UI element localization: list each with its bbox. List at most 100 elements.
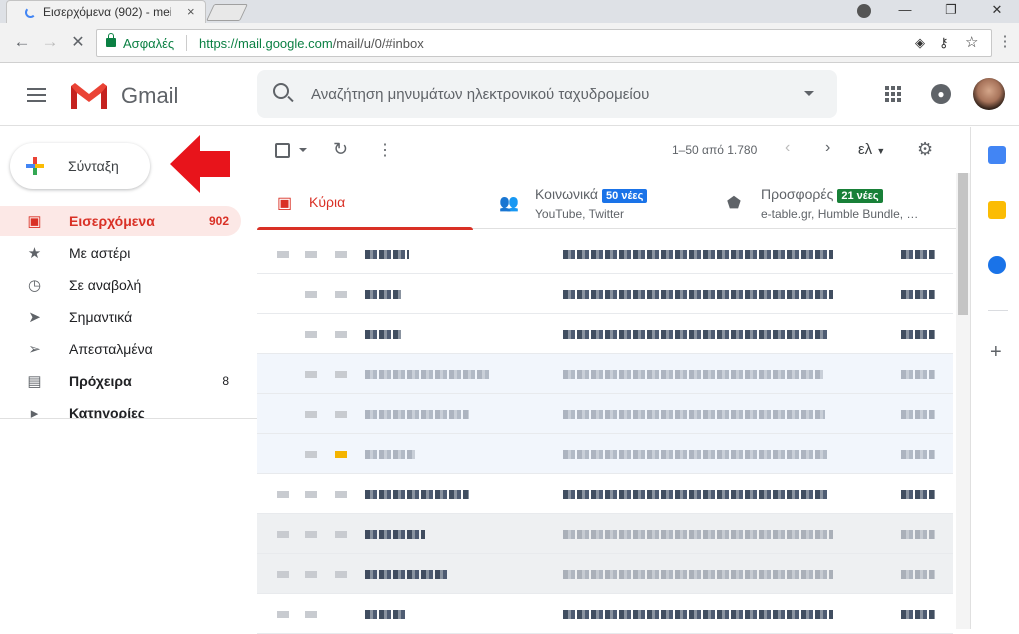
search-bar[interactable]: Αναζήτηση μηνυμάτων ηλεκτρονικού ταχυδρο…	[257, 70, 837, 118]
select-all-checkbox[interactable]	[275, 143, 290, 158]
row-important[interactable]	[335, 411, 347, 418]
email-row[interactable]	[257, 274, 953, 314]
sidebar-item-label: Απεσταλμένα	[69, 341, 153, 357]
browser-menu-icon[interactable]: ⋮	[995, 32, 1015, 50]
row-checkbox[interactable]	[277, 491, 289, 498]
compose-button[interactable]: Σύνταξη	[10, 143, 150, 189]
email-row[interactable]	[257, 434, 953, 474]
translate-icon[interactable]: ◈	[915, 35, 925, 51]
keep-icon[interactable]	[988, 201, 1006, 219]
row-star[interactable]	[305, 251, 317, 258]
sidebar-item-inbox[interactable]: ▣ Εισερχόμενα 902	[0, 206, 241, 236]
row-star[interactable]	[305, 291, 317, 298]
row-checkbox[interactable]	[277, 251, 289, 258]
date-redacted	[901, 530, 935, 539]
search-options-icon[interactable]	[804, 91, 814, 96]
tab-label: Προσφορές 21 νέες	[761, 186, 883, 203]
row-important[interactable]	[335, 371, 347, 378]
star-icon: ★	[27, 245, 42, 262]
sidebar-item-important[interactable]: ➤ Σημαντικά	[0, 302, 241, 332]
email-row[interactable]	[257, 474, 953, 514]
email-row[interactable]	[257, 354, 953, 394]
tasks-icon[interactable]	[988, 256, 1006, 274]
sidebar-item-categories[interactable]: ▸ Κατηγορίες	[0, 398, 241, 418]
row-important[interactable]	[335, 291, 347, 298]
stop-loading-icon[interactable]: ✕	[68, 32, 88, 52]
minimize-button[interactable]: —	[882, 0, 928, 23]
add-addon-icon[interactable]: +	[990, 341, 1002, 364]
row-important[interactable]	[335, 531, 347, 538]
row-star[interactable]	[305, 331, 317, 338]
row-important[interactable]	[335, 451, 347, 458]
email-row[interactable]	[257, 554, 953, 594]
apps-grid-icon[interactable]	[885, 86, 901, 102]
calendar-icon[interactable]	[988, 146, 1006, 164]
row-star[interactable]	[305, 491, 317, 498]
address-bar[interactable]: Ασφαλές https://mail.google.com/mail/u/0…	[96, 29, 992, 57]
important-icon: ➤	[28, 309, 41, 326]
row-star[interactable]	[305, 571, 317, 578]
row-checkbox[interactable]	[277, 611, 289, 618]
profile-icon[interactable]	[857, 4, 871, 18]
email-row[interactable]	[257, 234, 953, 274]
search-input[interactable]: Αναζήτηση μηνυμάτων ηλεκτρονικού ταχυδρο…	[311, 86, 649, 103]
url-text[interactable]: https://mail.google.com/mail/u/0/#inbox	[199, 36, 424, 51]
row-important[interactable]	[335, 251, 347, 258]
sidebar-item-label: Με αστέρι	[69, 245, 131, 261]
mail-scrollbar[interactable]	[956, 173, 970, 629]
sender-redacted	[365, 610, 405, 619]
forward-icon[interactable]: →	[40, 32, 60, 52]
row-checkbox[interactable]	[277, 571, 289, 578]
row-star[interactable]	[305, 371, 317, 378]
email-row[interactable]	[257, 314, 953, 354]
email-row[interactable]	[257, 514, 953, 554]
select-options-icon[interactable]	[299, 148, 307, 152]
gmail-logo-icon	[71, 83, 107, 109]
prev-page-icon[interactable]: ‹	[785, 139, 790, 157]
row-star[interactable]	[305, 451, 317, 458]
restore-button[interactable]: ❐	[928, 0, 974, 23]
draft-icon: ▤	[27, 373, 42, 390]
next-page-icon[interactable]: ›	[825, 139, 830, 157]
tab-close-icon[interactable]: ×	[187, 4, 195, 19]
browser-tab[interactable]: Εισερχόμενα (902) - mein ×	[6, 0, 206, 23]
row-star[interactable]	[305, 531, 317, 538]
account-avatar[interactable]	[973, 78, 1005, 110]
row-important[interactable]	[335, 491, 347, 498]
date-redacted	[901, 490, 935, 499]
email-row[interactable]	[257, 394, 953, 434]
new-tab-button[interactable]	[206, 4, 248, 21]
back-icon[interactable]: ←	[12, 32, 32, 52]
search-icon[interactable]	[273, 83, 289, 99]
main-menu-icon[interactable]	[27, 88, 46, 102]
refresh-icon[interactable]: ↻	[333, 139, 348, 160]
sidebar-item-sent[interactable]: ➢ Απεσταλμένα	[0, 334, 241, 364]
sender-redacted	[365, 410, 469, 419]
subject-redacted	[563, 530, 833, 539]
tab-label: Κοινωνικά 50 νέες	[535, 186, 648, 203]
row-star[interactable]	[305, 611, 317, 618]
key-icon[interactable]: ⚷	[939, 35, 949, 51]
tab-primary[interactable]: ▣ Κύρια	[257, 173, 473, 230]
new-count-badge: 50 νέες	[602, 189, 648, 203]
settings-gear-icon[interactable]: ⚙	[917, 139, 933, 160]
tab-social[interactable]: 👥 Κοινωνικά 50 νέες YouTube, Twitter	[489, 173, 705, 229]
notifications-bell-icon[interactable]: ●	[931, 84, 951, 104]
row-important[interactable]	[335, 571, 347, 578]
close-window-button[interactable]: ✕	[974, 0, 1019, 23]
more-options-icon[interactable]: ⋮	[377, 140, 393, 160]
send-icon: ➢	[28, 341, 41, 358]
tab-promotions[interactable]: ⬟ Προσφορές 21 νέες e-table.gr, Humble Bu…	[723, 173, 939, 229]
email-row[interactable]	[257, 594, 953, 634]
row-star[interactable]	[305, 411, 317, 418]
row-important[interactable]	[335, 331, 347, 338]
tab-label: Κύρια	[309, 194, 346, 210]
scrollbar-thumb[interactable]	[958, 173, 968, 315]
star-bookmark-icon[interactable]: ☆	[965, 33, 978, 51]
sidebar-item-snoozed[interactable]: ◷ Σε αναβολή	[0, 270, 241, 300]
input-language-button[interactable]: ελ ▼	[858, 141, 885, 158]
sender-redacted	[365, 330, 401, 339]
row-checkbox[interactable]	[277, 531, 289, 538]
sidebar-item-drafts[interactable]: ▤ Πρόχειρα 8	[0, 366, 241, 396]
sidebar-item-starred[interactable]: ★ Με αστέρι	[0, 238, 241, 268]
